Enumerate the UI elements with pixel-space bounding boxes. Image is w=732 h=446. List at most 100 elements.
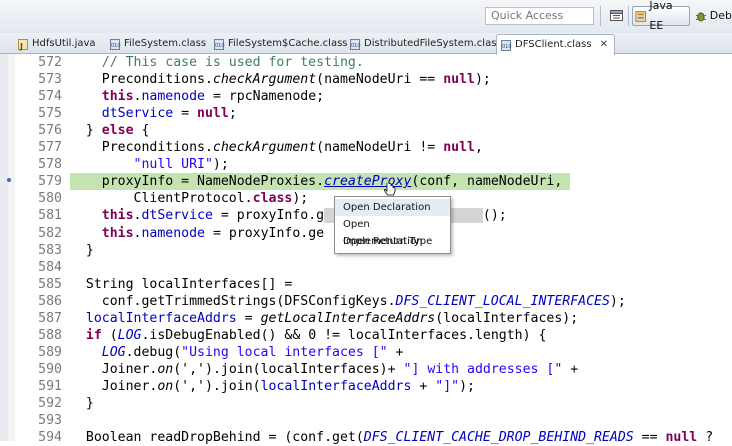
code-text: this.namenode = proxyInfo.ge <box>70 225 324 242</box>
perspective-label: Java EE <box>649 0 673 32</box>
code-text: if (LOG.isDebugEnabled() && 0 != localIn… <box>70 327 547 344</box>
perspective-java-ee-button[interactable]: Java EE <box>632 0 690 32</box>
code-token: dtService <box>141 208 213 224</box>
line-number: 591 <box>38 378 62 394</box>
code-text: ClientProtocol.class); <box>70 190 309 207</box>
code-token: (nameNodeUri != <box>316 140 444 156</box>
tab-label: FileSystem.class <box>124 38 207 49</box>
code-token: if <box>70 327 102 343</box>
code-line[interactable]: 577 Preconditions.checkArgument(nameNode… <box>0 139 732 156</box>
perspective-debug-button[interactable]: Debu <box>693 6 732 26</box>
code-token: } <box>70 396 94 411</box>
code-line[interactable]: 590 Joiner.on(',').join(localInterfaces)… <box>0 361 732 378</box>
code-token: (nameNodeUri == <box>316 72 444 88</box>
tab-filesystem[interactable]: FileSystem.class <box>110 35 207 55</box>
close-icon[interactable]: ✕ <box>600 36 608 54</box>
code-token: dtService <box>70 106 174 122</box>
code-line[interactable]: 594 Boolean readDropBehind = (conf.get(D… <box>0 429 732 446</box>
code-token: this <box>70 208 134 224</box>
code-line[interactable]: 592 } <box>0 395 732 412</box>
code-token: (localInterfaces); <box>435 310 579 326</box>
code-text: String localInterfaces[] = <box>70 276 292 293</box>
open-perspective-icon[interactable] <box>609 8 625 24</box>
code-token: ); <box>609 293 626 309</box>
java-file-icon <box>18 38 28 56</box>
tab-filesystem-cache[interactable]: FileSystem$Cache.class <box>214 35 348 55</box>
code-token: localInterfaceAddrs <box>260 378 412 394</box>
line-number: 592 <box>38 396 62 411</box>
line-number: 578 <box>38 157 62 173</box>
code-line[interactable]: 586 conf.getTrimmedStrings(DFSConfigKeys… <box>0 293 732 310</box>
code-line[interactable]: 573 Preconditions.checkArgument(nameNode… <box>0 71 732 88</box>
code-line[interactable]: 588 if (LOG.isDebugEnabled() && 0 != loc… <box>0 327 732 344</box>
quick-access-input[interactable] <box>485 7 594 25</box>
java-ee-icon <box>635 10 646 22</box>
line-number: 579 <box>38 174 62 190</box>
code-text: this.namenode = rpcNamenode; <box>70 88 324 105</box>
code-token: conf.getTrimmedStrings(DFSConfigKeys. <box>70 293 396 309</box>
code-token: else <box>101 123 134 139</box>
line-number: 590 <box>38 361 62 377</box>
code-text: Boolean readDropBehind = (conf.get(DFS_C… <box>70 429 713 446</box>
toolbar-separator <box>628 6 629 26</box>
code-token: = proxyInfo.ge <box>205 225 325 241</box>
code-token: LOG <box>70 344 126 360</box>
code-token: = <box>236 310 261 326</box>
tab-label: HdfsUtil.java <box>32 38 96 49</box>
popup-item-open-declaration[interactable]: Open Declaration <box>335 199 450 216</box>
line-number: 573 <box>38 72 62 88</box>
code-token: LOG <box>117 327 142 343</box>
popup-item-open-implementation[interactable]: Open Implementation <box>335 216 450 247</box>
code-token: (',' <box>173 361 205 377</box>
line-number: 580 <box>38 191 62 207</box>
class-file-icon <box>110 37 121 55</box>
line-number: 577 <box>38 140 62 156</box>
line-number: 588 <box>38 327 62 343</box>
code-token: + <box>387 344 404 360</box>
code-line[interactable]: 578 "null URI"); <box>0 156 732 173</box>
code-token: "null URI" <box>70 157 213 173</box>
code-text: dtService = null; <box>70 105 237 122</box>
code-token: "]" <box>435 378 460 394</box>
code-text: Joiner.on(',').join(localInterfaces)+ "]… <box>70 361 578 378</box>
code-line[interactable]: 579 proxyInfo = NameNodeProxies.createPr… <box>0 173 732 191</box>
bug-icon <box>695 11 707 21</box>
code-text: } <box>70 242 94 259</box>
code-line[interactable]: 587 localInterfaceAddrs = getLocalInterf… <box>0 310 732 327</box>
code-line[interactable]: 576 } else { <box>0 122 732 139</box>
tab-dfsclient[interactable]: DFSClient.class ✕ <box>496 34 615 56</box>
code-token: namenode <box>141 225 206 241</box>
code-token: = proxyInfo.g <box>212 208 325 224</box>
code-token: class <box>252 191 293 207</box>
tab-hdfsutil[interactable]: HdfsUtil.java <box>18 35 96 56</box>
tab-distributedfilesystem[interactable]: DistributedFileSystem.class <box>350 35 502 55</box>
code-line[interactable]: 591 Joiner.on(',').join(localInterfaceAd… <box>0 378 732 395</box>
code-token: DFS_CLIENT_LOCAL_INTERFACES <box>395 293 610 309</box>
code-line[interactable]: 574 this.namenode = rpcNamenode; <box>0 88 732 105</box>
line-number: 583 <box>38 242 62 258</box>
code-line[interactable]: 572 // This case is used for testing. <box>0 54 732 71</box>
code-token: ClientProtocol. <box>70 191 253 207</box>
line-number: 593 <box>38 413 62 429</box>
code-line[interactable]: 585 String localInterfaces[] = <box>0 276 732 293</box>
class-file-icon <box>350 37 361 55</box>
code-token: "Using local interfaces [" <box>181 344 388 360</box>
code-token: ); <box>212 157 229 173</box>
code-token: ); <box>474 72 491 88</box>
line-number: 584 <box>38 259 62 275</box>
code-token: { <box>133 123 150 139</box>
annotation-marker-icon[interactable] <box>7 178 11 183</box>
code-token: ? <box>697 430 714 446</box>
code-text: } else { <box>70 122 150 139</box>
code-token: null <box>665 430 698 446</box>
editor-tab-bar: HdfsUtil.java FileSystem.class FileSyste… <box>0 33 732 56</box>
code-line[interactable]: 589 LOG.debug("Using local interfaces ["… <box>0 344 732 361</box>
code-line[interactable]: 584 <box>0 259 732 276</box>
code-token[interactable]: createProxy <box>324 174 411 189</box>
line-number: 581 <box>38 208 62 224</box>
code-line[interactable]: 575 dtService = null; <box>0 105 732 122</box>
class-file-icon <box>501 38 512 56</box>
popup-item-open-return-type[interactable]: Open Return Type <box>335 233 450 250</box>
hyperlink-context-popup: Open Declaration Open Implementation Ope… <box>334 196 451 254</box>
code-line[interactable]: 593 <box>0 412 732 429</box>
